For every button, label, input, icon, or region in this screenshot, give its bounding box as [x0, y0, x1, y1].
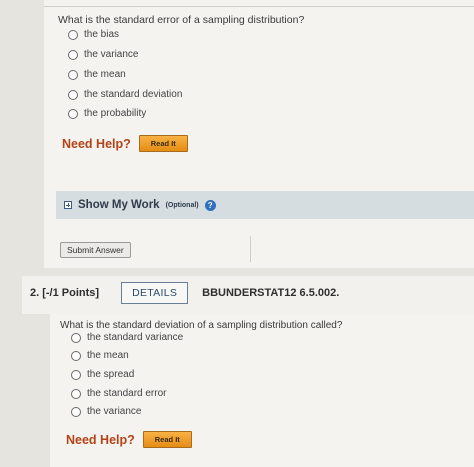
- submit-answer-button[interactable]: Submit Answer: [60, 242, 131, 258]
- question-1-card: [44, 0, 474, 268]
- q2-option-standard-variance[interactable]: the standard variance: [71, 332, 183, 343]
- option-label: the spread: [87, 369, 135, 380]
- radio-button[interactable]: [68, 89, 78, 100]
- q2-option-spread[interactable]: the spread: [71, 369, 134, 380]
- divider: [250, 236, 251, 262]
- q1-need-help: Need Help? Read It: [62, 135, 188, 152]
- q1-option-mean[interactable]: the mean: [68, 69, 126, 80]
- option-label: the standard variance: [87, 332, 184, 343]
- radio-button[interactable]: [71, 388, 81, 399]
- read-it-button[interactable]: Read It: [138, 135, 188, 152]
- q2-option-standard-error[interactable]: the standard error: [71, 388, 167, 399]
- show-my-work-label[interactable]: Show My Work: [78, 199, 160, 211]
- top-divider: [44, 6, 474, 7]
- question-number: 2. [-/1 Points]: [30, 287, 100, 299]
- radio-button[interactable]: [68, 49, 78, 60]
- q1-option-standard-deviation[interactable]: the standard deviation: [68, 89, 182, 100]
- radio-button[interactable]: [68, 69, 78, 80]
- q2-option-mean[interactable]: the mean: [71, 350, 129, 361]
- read-it-button[interactable]: Read It: [142, 431, 192, 448]
- q1-option-probability[interactable]: the probability: [68, 108, 146, 119]
- question-code: BBUNDERSTAT12 6.5.002.: [202, 287, 340, 299]
- question-1-text: What is the standard error of a sampling…: [58, 14, 305, 26]
- radio-button[interactable]: [68, 108, 78, 119]
- details-button[interactable]: DETAILS: [121, 282, 189, 304]
- question-2-text: What is the standard deviation of a samp…: [60, 320, 343, 331]
- radio-button[interactable]: [71, 369, 81, 380]
- radio-button[interactable]: [71, 332, 81, 343]
- q2-need-help: Need Help? Read It: [66, 431, 192, 448]
- question-2-header: 2. [-/1 Points] DETAILS BBUNDERSTAT12 6.…: [30, 282, 339, 304]
- option-label: the bias: [84, 29, 120, 40]
- option-label: the probability: [84, 108, 147, 119]
- option-label: the variance: [84, 49, 139, 60]
- help-icon[interactable]: ?: [204, 199, 216, 211]
- option-label: the variance: [87, 406, 142, 417]
- need-help-label: Need Help?: [62, 136, 131, 151]
- expand-plus-icon[interactable]: [64, 201, 72, 209]
- q2-option-variance[interactable]: the variance: [71, 406, 141, 417]
- radio-button[interactable]: [68, 29, 78, 40]
- option-label: the mean: [87, 350, 129, 361]
- option-label: the standard deviation: [84, 89, 183, 100]
- q1-option-bias[interactable]: the bias: [68, 29, 119, 40]
- option-label: the standard error: [87, 388, 167, 399]
- radio-button[interactable]: [71, 350, 81, 361]
- q1-option-variance[interactable]: the variance: [68, 49, 138, 60]
- option-label: the mean: [84, 69, 126, 80]
- show-my-work-bar[interactable]: Show My Work (Optional) ?: [56, 191, 474, 219]
- need-help-label: Need Help?: [66, 432, 135, 447]
- optional-label: (Optional): [165, 201, 199, 209]
- radio-button[interactable]: [71, 406, 81, 417]
